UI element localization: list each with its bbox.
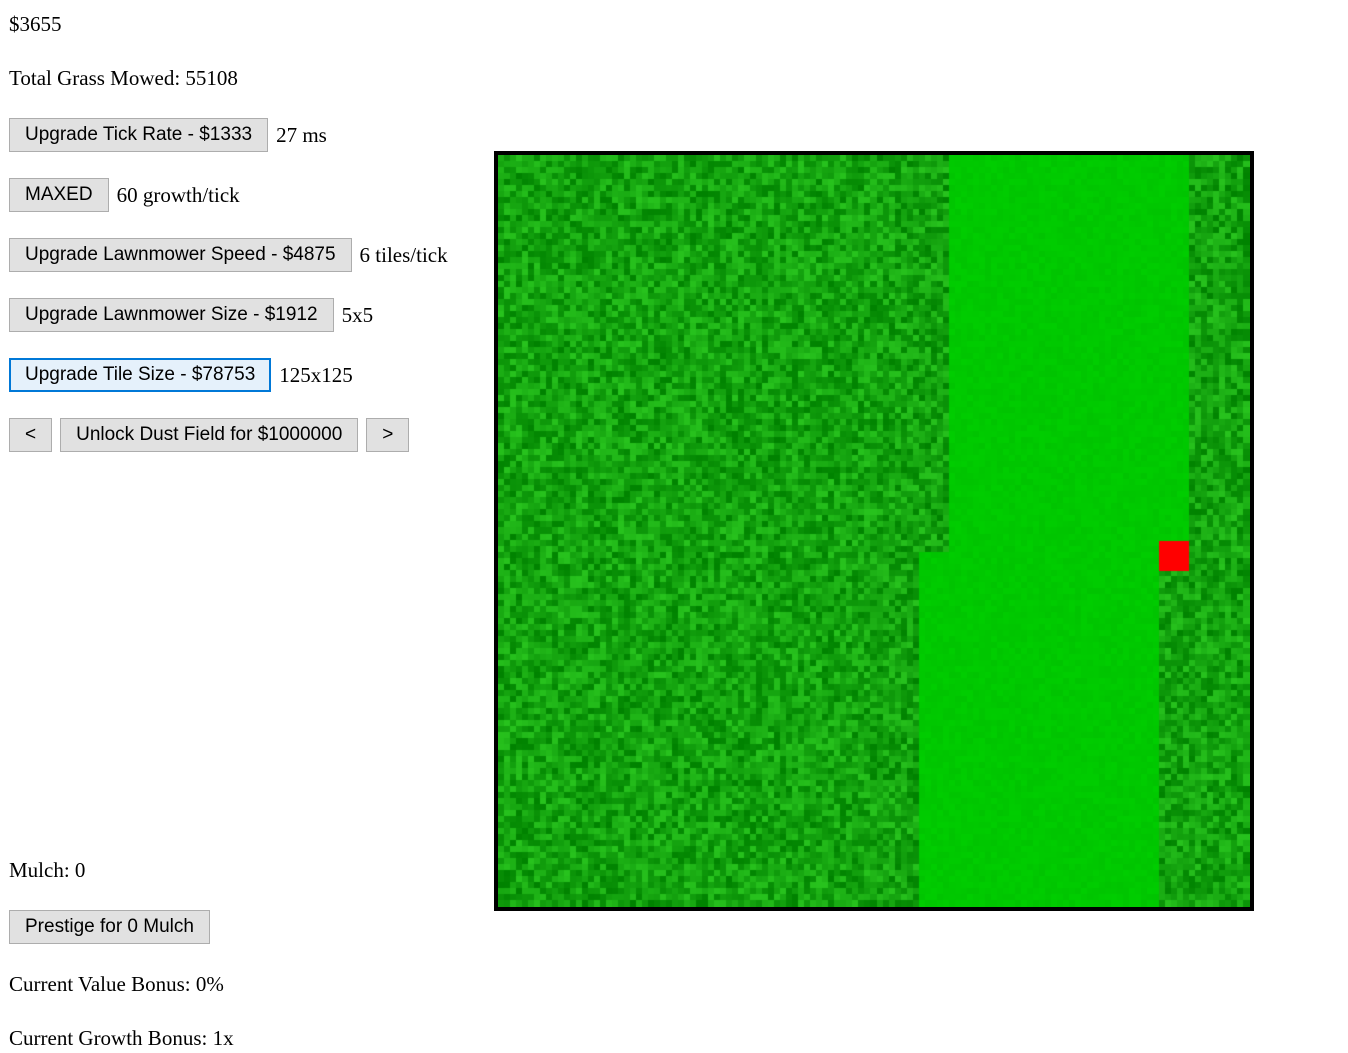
upgrade-mower-speed-button[interactable]: Upgrade Lawnmower Speed - $4875 — [9, 238, 352, 272]
mower-size-value: 5x5 — [341, 302, 374, 327]
tile-size-value: 125x125 — [279, 362, 353, 387]
mower-speed-value: 6 tiles/tick — [359, 242, 448, 267]
field-navigation: < Unlock Dust Field for $1000000 > — [9, 418, 410, 452]
upgrade-mower-size-button[interactable]: Upgrade Lawnmower Size - $1912 — [9, 298, 334, 332]
next-field-button[interactable]: > — [366, 418, 410, 452]
mower-speed-row: Upgrade Lawnmower Speed - $4875 6 tiles/… — [9, 238, 448, 272]
tick-rate-value: 27 ms — [276, 122, 327, 147]
upgrade-tile-size-button[interactable]: Upgrade Tile Size - $78753 — [9, 358, 272, 392]
upgrade-growth-button[interactable]: MAXED — [9, 178, 109, 212]
game-page: $3655 Total Grass Mowed: 55108 Upgrade T… — [0, 0, 1348, 1053]
growth-value: 60 growth/tick — [116, 182, 240, 207]
control-panel: $3655 Total Grass Mowed: 55108 Upgrade T… — [9, 0, 489, 1053]
growth-bonus: Current Growth Bonus: 1x — [9, 1026, 234, 1050]
previous-field-button[interactable]: < — [9, 418, 53, 452]
value-bonus: Current Value Bonus: 0% — [9, 972, 224, 996]
mower-size-row: Upgrade Lawnmower Size - $1912 5x5 — [9, 298, 373, 332]
lawn-canvas[interactable] — [498, 155, 1250, 907]
prestige-button[interactable]: Prestige for 0 Mulch — [9, 910, 210, 944]
upgrade-tick-rate-button[interactable]: Upgrade Tick Rate - $1333 — [9, 118, 269, 152]
prestige-row: Prestige for 0 Mulch — [9, 910, 210, 944]
mulch-count: Mulch: 0 — [9, 858, 86, 882]
tick-rate-row: Upgrade Tick Rate - $1333 27 ms — [9, 118, 327, 152]
money-display: $3655 — [9, 12, 62, 36]
unlock-field-button[interactable]: Unlock Dust Field for $1000000 — [60, 418, 359, 452]
lawn-field — [494, 151, 1254, 911]
total-grass-mowed: Total Grass Mowed: 55108 — [9, 66, 238, 90]
tile-size-row: Upgrade Tile Size - $78753 125x125 — [9, 358, 353, 392]
growth-row: MAXED 60 growth/tick — [9, 178, 240, 212]
